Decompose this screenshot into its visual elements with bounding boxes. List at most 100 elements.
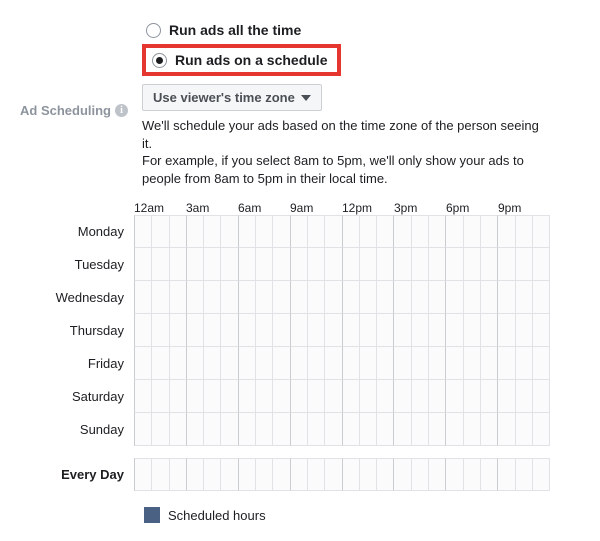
schedule-cell[interactable] — [480, 413, 497, 446]
schedule-cell[interactable] — [134, 215, 151, 248]
schedule-cell[interactable] — [359, 413, 376, 446]
schedule-cell[interactable] — [445, 347, 462, 380]
schedule-cell[interactable] — [238, 314, 255, 347]
schedule-cell[interactable] — [203, 248, 220, 281]
schedule-cell[interactable] — [463, 458, 480, 491]
schedule-cell[interactable] — [428, 413, 445, 446]
schedule-cell[interactable] — [463, 380, 480, 413]
schedule-cell[interactable] — [532, 347, 550, 380]
schedule-cell[interactable] — [515, 458, 532, 491]
schedule-cell[interactable] — [342, 281, 359, 314]
schedule-cell[interactable] — [151, 413, 168, 446]
schedule-cell[interactable] — [428, 248, 445, 281]
schedule-cell[interactable] — [272, 413, 289, 446]
schedule-cell[interactable] — [463, 314, 480, 347]
schedule-cell[interactable] — [532, 380, 550, 413]
schedule-cell[interactable] — [376, 281, 393, 314]
schedule-cell[interactable] — [359, 215, 376, 248]
schedule-cell[interactable] — [515, 413, 532, 446]
schedule-cell[interactable] — [238, 413, 255, 446]
schedule-cell[interactable] — [324, 281, 341, 314]
schedule-cell[interactable] — [169, 248, 186, 281]
schedule-cell[interactable] — [255, 314, 272, 347]
schedule-cell[interactable] — [220, 248, 237, 281]
schedule-cell[interactable] — [272, 380, 289, 413]
schedule-cell[interactable] — [307, 248, 324, 281]
schedule-cell[interactable] — [220, 215, 237, 248]
schedule-cell[interactable] — [324, 380, 341, 413]
schedule-cell[interactable] — [186, 215, 203, 248]
schedule-cell[interactable] — [428, 380, 445, 413]
schedule-cell[interactable] — [272, 458, 289, 491]
schedule-cell[interactable] — [342, 380, 359, 413]
schedule-cell[interactable] — [359, 347, 376, 380]
schedule-cell[interactable] — [290, 281, 307, 314]
schedule-cell[interactable] — [480, 347, 497, 380]
schedule-cell[interactable] — [515, 215, 532, 248]
schedule-cell[interactable] — [376, 314, 393, 347]
schedule-cell[interactable] — [186, 380, 203, 413]
schedule-cell[interactable] — [463, 281, 480, 314]
schedule-cell[interactable] — [255, 248, 272, 281]
schedule-cell[interactable] — [480, 458, 497, 491]
schedule-cell[interactable] — [359, 380, 376, 413]
schedule-cell[interactable] — [497, 281, 514, 314]
schedule-cell[interactable] — [169, 314, 186, 347]
schedule-cell[interactable] — [342, 314, 359, 347]
schedule-cell[interactable] — [411, 215, 428, 248]
schedule-cell[interactable] — [324, 248, 341, 281]
schedule-cell[interactable] — [324, 458, 341, 491]
schedule-cell[interactable] — [134, 347, 151, 380]
schedule-cell[interactable] — [445, 215, 462, 248]
schedule-cell[interactable] — [151, 314, 168, 347]
schedule-cell[interactable] — [220, 314, 237, 347]
schedule-cell[interactable] — [532, 248, 550, 281]
schedule-cell[interactable] — [342, 458, 359, 491]
schedule-cell[interactable] — [307, 281, 324, 314]
schedule-cell[interactable] — [324, 215, 341, 248]
schedule-cell[interactable] — [393, 458, 410, 491]
schedule-cell[interactable] — [342, 413, 359, 446]
schedule-cell[interactable] — [134, 380, 151, 413]
schedule-cell[interactable] — [532, 413, 550, 446]
schedule-cell[interactable] — [376, 248, 393, 281]
schedule-cell[interactable] — [272, 248, 289, 281]
schedule-cell[interactable] — [255, 215, 272, 248]
schedule-cell[interactable] — [307, 380, 324, 413]
schedule-cell[interactable] — [290, 413, 307, 446]
schedule-cell[interactable] — [497, 458, 514, 491]
schedule-cell[interactable] — [186, 248, 203, 281]
schedule-cell[interactable] — [220, 413, 237, 446]
schedule-cell[interactable] — [220, 347, 237, 380]
schedule-cell[interactable] — [428, 281, 445, 314]
schedule-cell[interactable] — [238, 215, 255, 248]
schedule-cell[interactable] — [290, 380, 307, 413]
schedule-cell[interactable] — [151, 380, 168, 413]
schedule-cell[interactable] — [272, 347, 289, 380]
schedule-cell[interactable] — [463, 347, 480, 380]
schedule-cell[interactable] — [463, 215, 480, 248]
schedule-cell[interactable] — [376, 380, 393, 413]
schedule-cell[interactable] — [169, 458, 186, 491]
schedule-cell[interactable] — [532, 281, 550, 314]
schedule-cell[interactable] — [411, 458, 428, 491]
schedule-cell[interactable] — [428, 458, 445, 491]
schedule-cell[interactable] — [169, 281, 186, 314]
schedule-cell[interactable] — [515, 281, 532, 314]
schedule-cell[interactable] — [428, 347, 445, 380]
schedule-cell[interactable] — [480, 314, 497, 347]
schedule-cell[interactable] — [515, 314, 532, 347]
schedule-cell[interactable] — [186, 458, 203, 491]
schedule-cell[interactable] — [134, 248, 151, 281]
schedule-cell[interactable] — [480, 248, 497, 281]
schedule-cell[interactable] — [393, 314, 410, 347]
schedule-cell[interactable] — [411, 380, 428, 413]
schedule-cell[interactable] — [376, 458, 393, 491]
schedule-cell[interactable] — [428, 314, 445, 347]
schedule-cell[interactable] — [445, 458, 462, 491]
schedule-cell[interactable] — [497, 347, 514, 380]
schedule-cell[interactable] — [445, 380, 462, 413]
schedule-cell[interactable] — [203, 314, 220, 347]
schedule-cell[interactable] — [359, 314, 376, 347]
schedule-cell[interactable] — [393, 248, 410, 281]
